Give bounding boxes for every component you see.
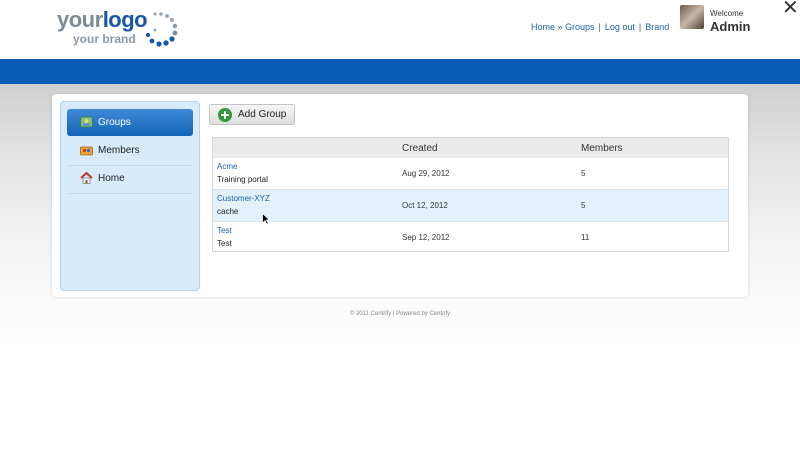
group-description: cache [217, 207, 239, 216]
user-name: Admin [710, 19, 751, 34]
groups-icon [80, 116, 93, 128]
table-header: Created Members [213, 138, 728, 158]
table-row[interactable]: Acme Training portal Aug 29, 2012 5 [213, 158, 728, 189]
header: yourlogo your brand Home » Groups | Log ou… [0, 0, 800, 59]
group-name-link[interactable]: Customer-XYZ [217, 194, 270, 203]
home-icon [80, 172, 93, 184]
mouse-cursor-icon [262, 213, 270, 225]
column-header-members[interactable]: Members [581, 143, 623, 154]
plus-icon [218, 108, 232, 122]
group-description: Test [217, 239, 232, 248]
sidebar-item-label: Members [98, 145, 140, 156]
group-name-link[interactable]: Acme [217, 162, 237, 171]
footer: © 2011 Centrify | Powered by Centrify [349, 311, 451, 317]
groups-table: Created Members Acme Training portal Aug… [212, 137, 729, 252]
sidebar: Groups Members Home [60, 101, 200, 291]
group-created: Sep 12, 2012 [402, 233, 450, 242]
divider [67, 193, 193, 194]
group-name-link[interactable]: Test [217, 226, 232, 235]
group-description: Training portal [217, 175, 268, 184]
logout-link[interactable]: Log out [605, 22, 635, 32]
group-members: 5 [581, 169, 586, 178]
logo-brand: your brand [73, 32, 136, 46]
group-members: 5 [581, 201, 586, 210]
sidebar-item-members[interactable]: Members [67, 137, 193, 164]
group-members: 11 [581, 233, 590, 242]
close-icon[interactable]: ✕ [782, 0, 799, 18]
group-created: Oct 12, 2012 [402, 201, 448, 210]
brand-link[interactable]: Brand [645, 22, 669, 32]
welcome-label: Welcome [710, 9, 744, 18]
logo[interactable]: yourlogo your brand [57, 7, 178, 47]
sidebar-item-home[interactable]: Home [67, 165, 193, 192]
add-group-button[interactable]: Add Group [209, 104, 295, 125]
breadcrumb-link[interactable]: Home » Groups [531, 22, 595, 32]
sidebar-item-groups[interactable]: Groups [67, 109, 193, 136]
logo-your: your [57, 7, 103, 32]
column-header-created[interactable]: Created [402, 143, 438, 154]
logo-logo: logo [102, 7, 148, 32]
members-icon [80, 146, 93, 156]
top-links: Home » Groups | Log out | Brand [531, 22, 670, 32]
nav-bar [0, 59, 800, 84]
table-row[interactable]: Customer-XYZ cache Oct 12, 2012 5 [213, 190, 728, 221]
logo-dots-icon [145, 12, 178, 47]
table-row[interactable]: Test Test Sep 12, 2012 11 [213, 222, 728, 253]
avatar [680, 5, 704, 29]
sidebar-item-label: Home [98, 173, 125, 184]
group-created: Aug 29, 2012 [402, 169, 450, 178]
add-group-label: Add Group [238, 109, 287, 120]
sidebar-item-label: Groups [98, 117, 131, 128]
